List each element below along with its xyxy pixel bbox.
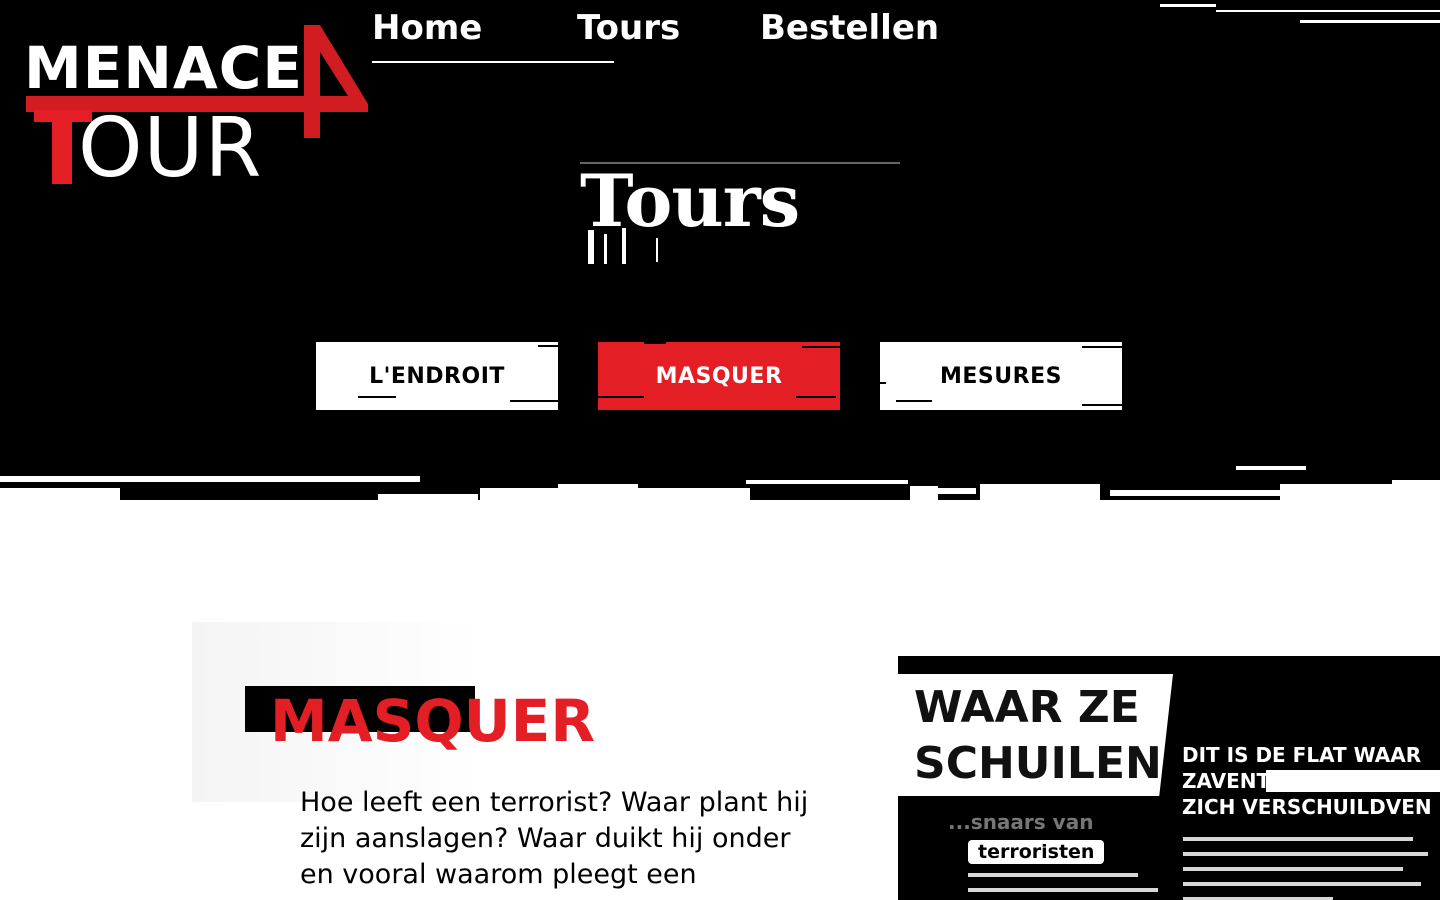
glitch-mark	[538, 345, 558, 347]
glitch-mark	[1082, 346, 1122, 348]
glitch-mark	[358, 396, 396, 398]
text-line	[1183, 867, 1403, 871]
page-title: Tours	[580, 158, 800, 243]
glitch-mark	[656, 238, 658, 262]
glitch-strip	[1216, 10, 1440, 12]
glitch-mark	[622, 228, 626, 264]
poster-caption: ...snaars van	[948, 810, 1094, 834]
menace-tour-logo[interactable]: MENACE OUR	[22, 22, 372, 192]
section-body-text: Hoe leeft een terrorist? Waar plant hij …	[300, 787, 809, 890]
glitch-mark	[510, 400, 558, 402]
text-line	[968, 888, 1158, 892]
tab-label: MESURES	[940, 363, 1062, 389]
poster-headline: WAAR ZE SCHUILEN	[914, 680, 1162, 792]
logo-text-tour: OUR	[78, 101, 263, 196]
nav-bestellen-link[interactable]: Bestellen	[760, 8, 939, 48]
glitch-strip	[0, 488, 120, 500]
glitch-mark	[580, 162, 900, 164]
glitch-strip	[980, 484, 1100, 500]
news-poster-image: WAAR ZE SCHUILEN DIT IS DE FLAT WAAR ZAV…	[898, 656, 1440, 900]
tab-lendroit[interactable]: L'ENDROIT	[316, 342, 558, 410]
poster-headline-line-2: SCHUILEN	[914, 738, 1162, 789]
poster-article-text-left	[968, 873, 1168, 900]
poster-subheadline: DIT IS DE FLAT WAAR ZAVENTEM TERRORIST Z…	[1182, 743, 1437, 819]
glitch-strip	[936, 488, 976, 494]
poster-tag: terroristen	[968, 840, 1105, 864]
poster-headline-line-1: WAAR ZE	[914, 682, 1140, 733]
glitch-strip	[1300, 20, 1440, 23]
tab-masquer[interactable]: MASQUER	[598, 342, 840, 410]
glitch-strip	[1110, 490, 1280, 496]
nav-active-underline	[372, 61, 614, 63]
text-line	[1183, 837, 1413, 841]
glitch-strip	[1392, 480, 1440, 484]
glitch-mark	[644, 342, 666, 344]
text-line	[1183, 852, 1428, 856]
text-line	[1183, 882, 1421, 886]
glitch-mark	[604, 234, 607, 264]
glitch-strip	[746, 480, 908, 484]
glitch-strip	[1236, 466, 1306, 470]
nav-tours-link[interactable]: Tours	[577, 8, 680, 48]
logo-text-menace: MENACE	[24, 34, 303, 102]
glitch-strip	[910, 486, 938, 500]
glitch-strip	[480, 488, 750, 500]
glitch-strip	[0, 476, 420, 482]
glitch-mark	[1082, 404, 1122, 406]
glitch-strip	[1160, 4, 1216, 7]
glitch-mark	[896, 400, 932, 402]
tab-mesures[interactable]: MESURES	[880, 342, 1122, 410]
tab-label: L'ENDROIT	[369, 363, 505, 389]
section-title: MASQUER	[270, 687, 596, 755]
tab-label: MASQUER	[655, 363, 783, 389]
glitch-mark	[588, 230, 594, 264]
text-line	[968, 873, 1138, 877]
glitch-strip	[378, 494, 478, 500]
glitch-mark	[880, 382, 886, 384]
poster-article-text	[1183, 826, 1433, 900]
page-heading: Tours	[560, 158, 900, 268]
nav-home-link[interactable]: Home	[372, 8, 482, 48]
glitch-strip	[1280, 484, 1440, 500]
glitch-strip	[558, 484, 638, 488]
glitch-mark	[796, 396, 836, 398]
hero-banner: MENACE OUR Home Tours Bestellen Tours L'…	[0, 0, 1440, 500]
glitch-mark	[598, 396, 644, 398]
glitch-mark	[802, 346, 840, 348]
